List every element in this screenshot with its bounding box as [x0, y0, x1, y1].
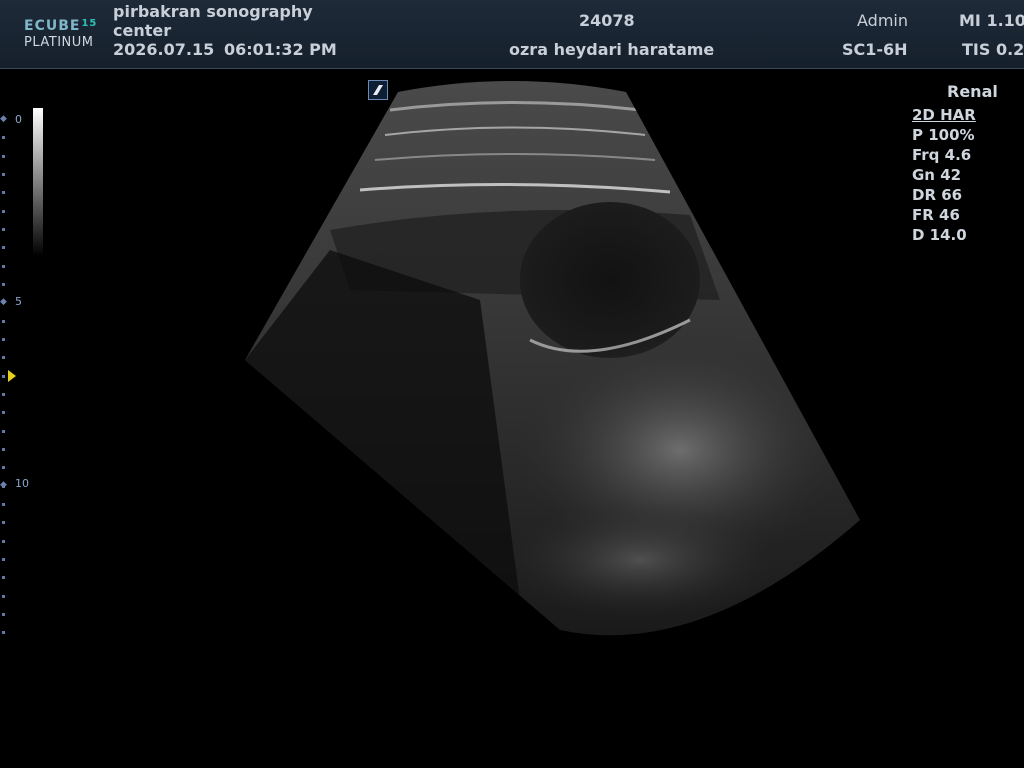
power-value: P 100%: [912, 126, 975, 144]
gain-value: Gn 42: [912, 166, 962, 184]
depth-value: D 14.0: [912, 226, 967, 244]
frequency-value: Frq 4.6: [912, 146, 972, 164]
imaging-mode: 2D HAR: [912, 106, 976, 124]
preset-name: Renal: [947, 82, 998, 101]
grayscale-bar: [33, 108, 43, 256]
ultrasound-image: [245, 81, 860, 636]
focus-triangle-icon[interactable]: [8, 370, 16, 382]
depth-label-5: 5: [15, 295, 22, 308]
orientation-marker-icon: [368, 80, 388, 100]
depth-label-10: 10: [15, 477, 29, 490]
frame-rate-value: FR 46: [912, 206, 960, 224]
depth-label-0: 0: [15, 113, 22, 126]
dynamic-range-value: DR 66: [912, 186, 963, 204]
